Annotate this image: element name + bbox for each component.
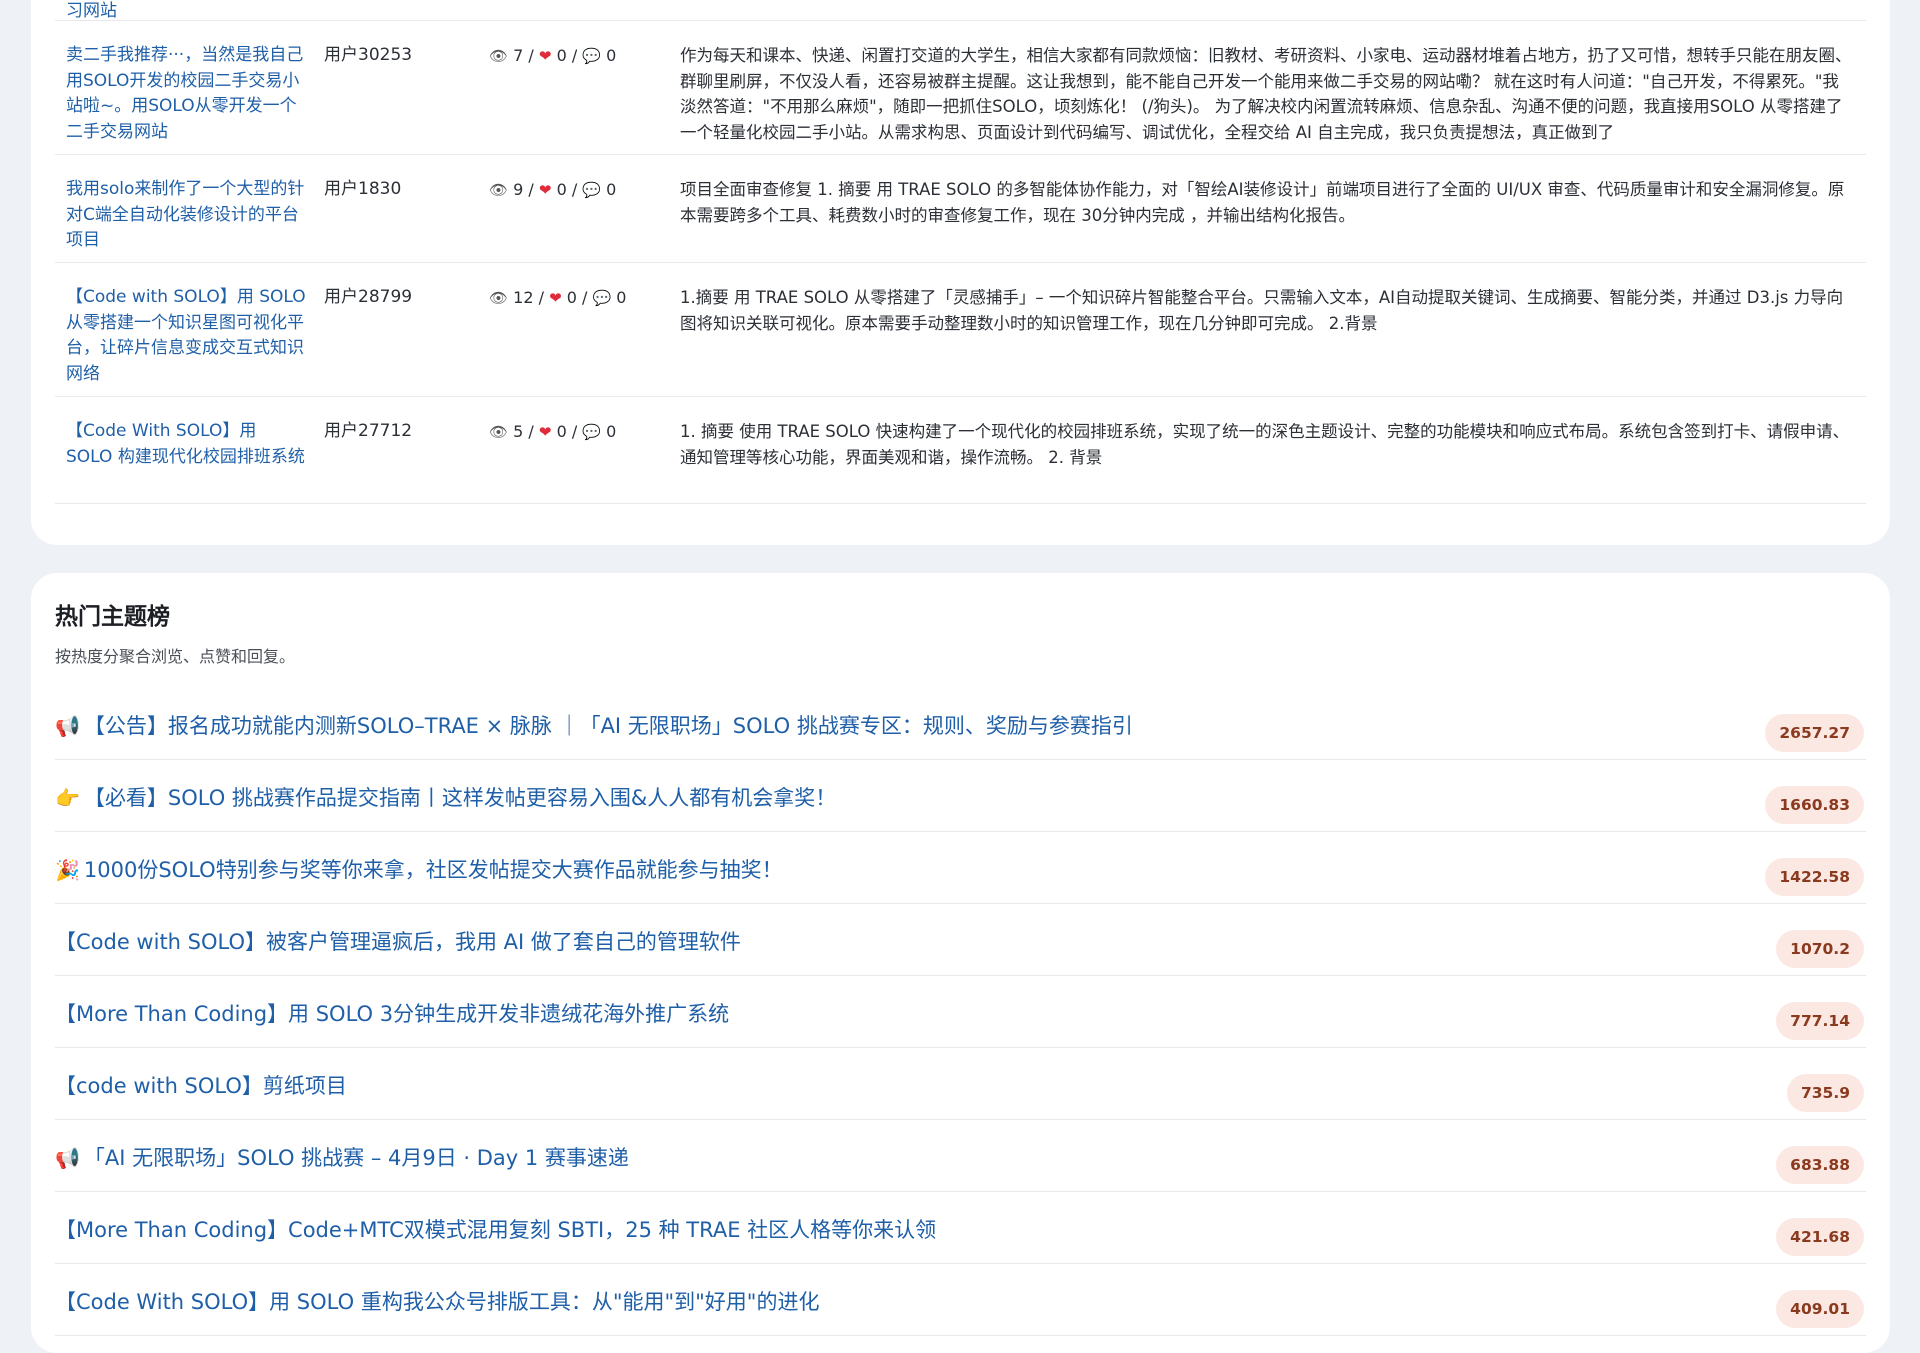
hot-topics-card: 热门主题榜 按热度分聚合浏览、点赞和回复。 📢 【公告】报名成功就能内测新SOLO…: [31, 573, 1890, 1353]
megaphone-icon: 📢: [55, 1146, 80, 1170]
heat-score-badge: 409.01: [1776, 1290, 1864, 1328]
hot-topic-link[interactable]: 【code with SOLO】剪纸项目: [55, 1070, 347, 1100]
like-count: 0: [556, 46, 567, 65]
pointing-hand-icon: 👉: [55, 786, 80, 810]
comment-icon: 💬: [582, 181, 601, 199]
post-excerpt: 项目全面审查修复 1. 摘要 用 TRAE SOLO 的多智能体协作能力，对「智…: [680, 180, 1845, 225]
hot-topic-link[interactable]: 🎉 1000份SOLO特别参与奖等你来拿，社区发帖提交大赛作品就能参与抽奖！: [55, 854, 783, 884]
post-title-link[interactable]: 【Code with SOLO】用 SOLO 从零搭建一个知识星图可视化平台，让…: [66, 285, 306, 387]
view-count: 7: [513, 46, 524, 65]
post-stats: 👁 9 / ❤ 0 / 💬 0: [489, 180, 617, 199]
hot-topic-item[interactable]: 【Code With SOLO】用 SOLO 重构我公众号排版工具：从"能用"到…: [55, 1264, 1866, 1336]
table-row: 【Code With SOLO】用 SOLO 构建现代化校园排班系统 用户277…: [55, 396, 1866, 504]
table-row: 【Code with SOLO】用 SOLO 从零搭建一个知识星图可视化平台，让…: [55, 262, 1866, 396]
post-author: 用户1830: [324, 179, 402, 199]
post-excerpt: 作为每天和课本、快递、闲置打交道的大学生，相信大家都有同款烦恼：旧教材、考研资料…: [680, 46, 1852, 142]
eye-icon: 👁: [489, 289, 509, 307]
hot-topic-link[interactable]: 【More Than Coding】用 SOLO 3分钟生成开发非遗绒花海外推广…: [55, 998, 729, 1028]
heat-score-badge: 777.14: [1776, 1002, 1864, 1040]
hot-topic-label: 【More Than Coding】Code+MTC双模式混用复刻 SBTI，2…: [55, 1218, 937, 1242]
hot-topic-item[interactable]: 👉 【必看】SOLO 挑战赛作品提交指南丨这样发帖更容易入围&人人都有机会拿奖！ …: [55, 760, 1866, 832]
megaphone-icon: 📢: [55, 714, 80, 738]
view-count: 5: [513, 422, 524, 441]
hot-topic-item[interactable]: 【Code with SOLO】被客户管理逼疯后，我用 AI 做了套自己的管理软…: [55, 904, 1866, 976]
hot-topic-label: 【必看】SOLO 挑战赛作品提交指南丨这样发帖更容易入围&人人都有机会拿奖！: [83, 786, 837, 810]
hot-topic-item[interactable]: 【More Than Coding】Code+MTC双模式混用复刻 SBTI，2…: [55, 1192, 1866, 1264]
hot-topic-link[interactable]: 【Code With SOLO】用 SOLO 重构我公众号排版工具：从"能用"到…: [55, 1286, 819, 1316]
reply-count: 0: [606, 422, 617, 441]
post-author: 用户27712: [324, 421, 413, 441]
like-count: 0: [556, 422, 567, 441]
view-count: 9: [513, 180, 524, 199]
hot-topic-link[interactable]: 【More Than Coding】Code+MTC双模式混用复刻 SBTI，2…: [55, 1214, 936, 1244]
reply-count: 0: [606, 46, 617, 65]
hot-topic-label: 1000份SOLO特别参与奖等你来拿，社区发帖提交大赛作品就能参与抽奖！: [83, 858, 783, 882]
table-row: 我用solo来制作了一个大型的针对C端全自动化装修设计的平台项目 用户1830 …: [55, 154, 1866, 262]
comment-icon: 💬: [582, 47, 601, 65]
heart-icon: ❤: [538, 423, 552, 441]
hot-topic-label: 【公告】报名成功就能内测新SOLO–TRAE × 脉脉 ｜「AI 无限职场」SO…: [83, 714, 1133, 738]
like-count: 0: [566, 288, 577, 307]
hot-topic-item[interactable]: 📢 「AI 无限职场」SOLO 挑战赛 – 4月9日 · Day 1 赛事速递 6…: [55, 1120, 1866, 1192]
post-title-link[interactable]: 卖二手我推荐···，当然是我自己用SOLO开发的校园二手交易小站啦~。用SOLO…: [66, 43, 306, 145]
eye-icon: 👁: [489, 181, 509, 199]
heat-score-badge: 683.88: [1776, 1146, 1864, 1184]
post-title-link[interactable]: 【Code With SOLO】用 SOLO 构建现代化校园排班系统: [66, 419, 306, 470]
heat-score-badge: 2657.27: [1765, 714, 1864, 752]
post-title-link[interactable]: 我用solo来制作了一个大型的针对C端全自动化装修设计的平台项目: [66, 177, 306, 254]
posts-card: 习网站 卖二手我推荐···，当然是我自己用SOLO开发的校园二手交易小站啦~。用…: [31, 0, 1890, 545]
hot-topic-item[interactable]: 【More Than Coding】用 SOLO 3分钟生成开发非遗绒花海外推广…: [55, 976, 1866, 1048]
post-title-fragment[interactable]: 习网站: [66, 0, 117, 22]
post-stats: 👁 7 / ❤ 0 / 💬 0: [489, 46, 617, 65]
reply-count: 0: [616, 288, 627, 307]
view-count: 12: [513, 288, 534, 307]
hot-topic-link[interactable]: 【Code with SOLO】被客户管理逼疯后，我用 AI 做了套自己的管理软…: [55, 926, 741, 956]
hot-topic-link[interactable]: 📢 【公告】报名成功就能内测新SOLO–TRAE × 脉脉 ｜「AI 无限职场」S…: [55, 710, 1133, 740]
eye-icon: 👁: [489, 423, 509, 441]
hot-topic-label: 【code with SOLO】剪纸项目: [55, 1074, 347, 1098]
hot-topic-label: 「AI 无限职场」SOLO 挑战赛 – 4月9日 · Day 1 赛事速递: [83, 1146, 629, 1170]
post-excerpt: 1.摘要 用 TRAE SOLO 从零搭建了「灵感捕手」– 一个知识碎片智能整合…: [680, 288, 1844, 333]
hot-topic-item[interactable]: 🎉 1000份SOLO特别参与奖等你来拿，社区发帖提交大赛作品就能参与抽奖！ 14…: [55, 832, 1866, 904]
like-count: 0: [556, 180, 567, 199]
table-row: 卖二手我推荐···，当然是我自己用SOLO开发的校园二手交易小站啦~。用SOLO…: [55, 20, 1866, 154]
hot-topic-link[interactable]: 📢 「AI 无限职场」SOLO 挑战赛 – 4月9日 · Day 1 赛事速递: [55, 1142, 629, 1172]
heat-score-badge: 421.68: [1776, 1218, 1864, 1256]
heart-icon: ❤: [549, 289, 562, 307]
hot-topic-link[interactable]: 👉 【必看】SOLO 挑战赛作品提交指南丨这样发帖更容易入围&人人都有机会拿奖！: [55, 782, 836, 812]
hot-topic-label: 【Code With SOLO】用 SOLO 重构我公众号排版工具：从"能用"到…: [55, 1290, 820, 1314]
heat-score-badge: 1660.83: [1765, 786, 1864, 824]
post-stats: 👁 5 / ❤ 0 / 💬 0: [489, 422, 617, 441]
heart-icon: ❤: [538, 47, 552, 65]
post-stats: 👁 12 / ❤ 0 / 💬 0: [489, 288, 627, 307]
comment-icon: 💬: [592, 289, 612, 307]
hot-topic-label: 【Code with SOLO】被客户管理逼疯后，我用 AI 做了套自己的管理软…: [55, 930, 741, 954]
heat-score-badge: 1070.2: [1776, 930, 1864, 968]
heat-score-badge: 1422.58: [1765, 858, 1864, 896]
post-excerpt: 1. 摘要 使用 TRAE SOLO 快速构建了一个现代化的校园排班系统，实现了…: [680, 422, 1850, 467]
eye-icon: 👁: [489, 47, 509, 65]
reply-count: 0: [606, 180, 617, 199]
party-popper-icon: 🎉: [55, 858, 80, 882]
post-author: 用户30253: [324, 45, 413, 65]
section-title: 热门主题榜: [55, 604, 170, 630]
hot-topic-item[interactable]: 【code with SOLO】剪纸项目 735.9: [55, 1048, 1866, 1120]
post-author: 用户28799: [324, 287, 413, 307]
heart-icon: ❤: [538, 181, 552, 199]
heat-score-badge: 735.9: [1786, 1074, 1864, 1112]
hot-topic-item[interactable]: 📢 【公告】报名成功就能内测新SOLO–TRAE × 脉脉 ｜「AI 无限职场」S…: [55, 688, 1866, 760]
section-subtitle: 按热度分聚合浏览、点赞和回复。: [55, 647, 296, 666]
hot-topic-label: 【More Than Coding】用 SOLO 3分钟生成开发非遗绒花海外推广…: [55, 1002, 730, 1026]
comment-icon: 💬: [582, 423, 601, 441]
